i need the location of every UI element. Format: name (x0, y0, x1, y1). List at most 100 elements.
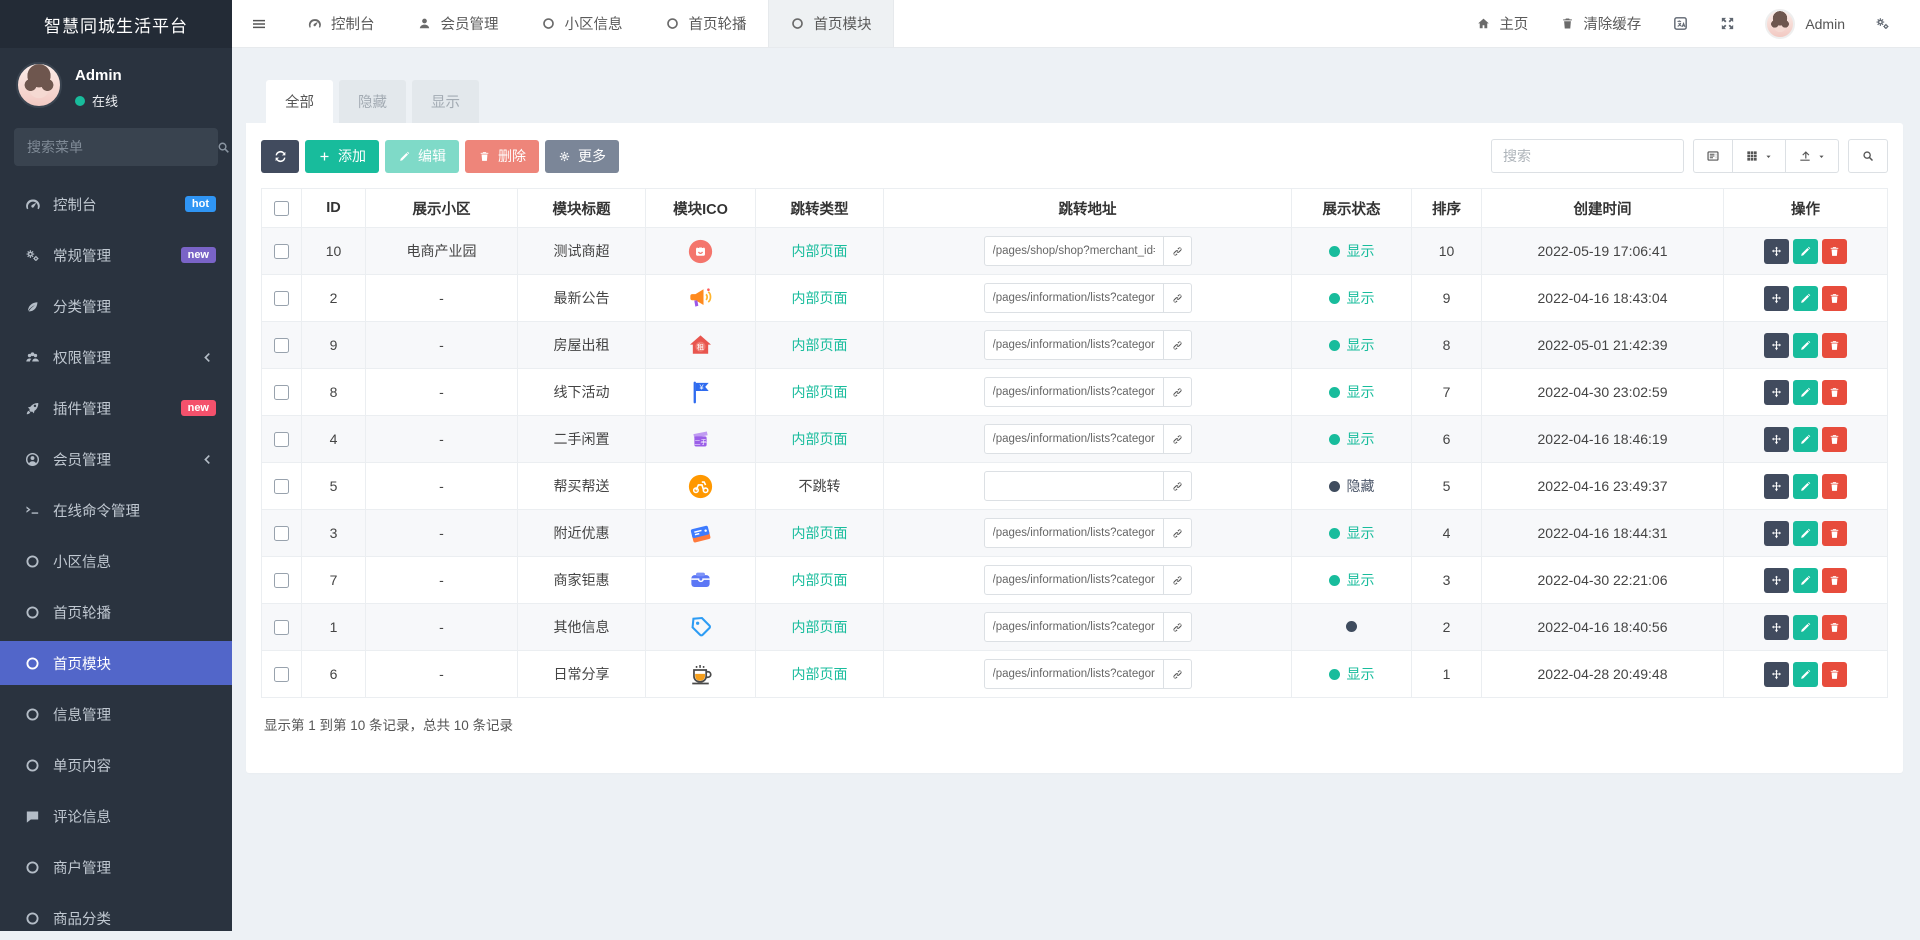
sidebar-search-input[interactable] (27, 139, 208, 155)
detail-view-button[interactable] (1693, 139, 1732, 173)
row-edit-button[interactable] (1793, 568, 1818, 593)
jump-url-input[interactable] (984, 424, 1164, 454)
columns-button[interactable] (1732, 139, 1785, 173)
status-badge[interactable]: 显示 (1329, 335, 1375, 355)
row-edit-button[interactable] (1793, 239, 1818, 264)
status-badge[interactable]: 显示 (1329, 241, 1375, 261)
open-link-button[interactable] (1164, 330, 1192, 360)
sidebar-item-10[interactable]: 信息管理 (0, 692, 232, 736)
settings-button[interactable] (1859, 0, 1906, 47)
row-checkbox[interactable] (274, 479, 289, 494)
export-button[interactable] (1785, 139, 1839, 173)
sidebar-item-2[interactable]: 分类管理 (0, 284, 232, 328)
status-badge[interactable]: 显示 (1329, 523, 1375, 543)
home-link[interactable]: 主页 (1460, 0, 1544, 47)
drag-sort-button[interactable] (1764, 286, 1789, 311)
jump-url-input[interactable] (984, 518, 1164, 548)
row-edit-button[interactable] (1793, 615, 1818, 640)
sidebar-item-12[interactable]: 评论信息 (0, 794, 232, 838)
tab-all[interactable]: 全部 (266, 80, 333, 123)
sidebar-item-1[interactable]: 常规管理new (0, 233, 232, 277)
topbar-tab-4[interactable]: 首页模块 (768, 0, 894, 47)
topbar-tab-1[interactable]: 会员管理 (396, 0, 520, 47)
sidebar-item-3[interactable]: 权限管理 (0, 335, 232, 379)
row-edit-button[interactable] (1793, 427, 1818, 452)
jump-url-input[interactable] (984, 565, 1164, 595)
search-icon[interactable] (216, 140, 231, 155)
delete-button[interactable]: 删除 (465, 140, 539, 173)
jump-url-input[interactable] (984, 236, 1164, 266)
sidebar-item-6[interactable]: 在线命令管理 (0, 488, 232, 532)
row-delete-button[interactable] (1822, 521, 1847, 546)
row-delete-button[interactable] (1822, 333, 1847, 358)
sidebar-item-9[interactable]: 首页模块 (0, 641, 232, 685)
tab-visible[interactable]: 显示 (412, 80, 479, 123)
language-button[interactable] (1657, 0, 1704, 47)
row-delete-button[interactable] (1822, 380, 1847, 405)
row-checkbox[interactable] (274, 338, 289, 353)
row-checkbox[interactable] (274, 573, 289, 588)
sidebar-item-0[interactable]: 控制台hot (0, 182, 232, 226)
open-link-button[interactable] (1164, 283, 1192, 313)
row-edit-button[interactable] (1793, 286, 1818, 311)
sidebar-item-11[interactable]: 单页内容 (0, 743, 232, 787)
row-delete-button[interactable] (1822, 286, 1847, 311)
status-badge[interactable]: 显示 (1329, 382, 1375, 402)
row-edit-button[interactable] (1793, 380, 1818, 405)
open-link-button[interactable] (1164, 236, 1192, 266)
select-all-checkbox[interactable] (274, 201, 289, 216)
sidebar-item-8[interactable]: 首页轮播 (0, 590, 232, 634)
open-link-button[interactable] (1164, 659, 1192, 689)
row-delete-button[interactable] (1822, 474, 1847, 499)
drag-sort-button[interactable] (1764, 239, 1789, 264)
jump-url-input[interactable] (984, 659, 1164, 689)
row-edit-button[interactable] (1793, 474, 1818, 499)
add-button[interactable]: 添加 (305, 140, 379, 173)
status-badge[interactable]: 隐藏 (1329, 476, 1375, 496)
sidebar-item-14[interactable]: 商品分类 (0, 896, 232, 940)
search-toggle-button[interactable] (1848, 139, 1888, 173)
more-button[interactable]: 更多 (545, 140, 619, 173)
tab-hidden[interactable]: 隐藏 (339, 80, 406, 123)
status-badge[interactable]: 显示 (1329, 570, 1375, 590)
sidebar-item-7[interactable]: 小区信息 (0, 539, 232, 583)
open-link-button[interactable] (1164, 471, 1192, 501)
status-badge[interactable] (1346, 621, 1357, 632)
row-checkbox[interactable] (274, 432, 289, 447)
status-badge[interactable]: 显示 (1329, 288, 1375, 308)
edit-button[interactable]: 编辑 (385, 140, 459, 173)
sidebar-item-13[interactable]: 商户管理 (0, 845, 232, 889)
open-link-button[interactable] (1164, 518, 1192, 548)
drag-sort-button[interactable] (1764, 380, 1789, 405)
row-checkbox[interactable] (274, 385, 289, 400)
drag-sort-button[interactable] (1764, 474, 1789, 499)
row-edit-button[interactable] (1793, 333, 1818, 358)
drag-sort-button[interactable] (1764, 521, 1789, 546)
fullscreen-button[interactable] (1704, 0, 1751, 47)
row-delete-button[interactable] (1822, 615, 1847, 640)
user-menu[interactable]: Admin (1751, 0, 1859, 47)
status-badge[interactable]: 显示 (1329, 664, 1375, 684)
row-checkbox[interactable] (274, 526, 289, 541)
row-delete-button[interactable] (1822, 239, 1847, 264)
open-link-button[interactable] (1164, 377, 1192, 407)
row-delete-button[interactable] (1822, 662, 1847, 687)
jump-url-input[interactable] (984, 377, 1164, 407)
drag-sort-button[interactable] (1764, 333, 1789, 358)
jump-url-input[interactable] (984, 283, 1164, 313)
row-checkbox[interactable] (274, 620, 289, 635)
row-delete-button[interactable] (1822, 427, 1847, 452)
open-link-button[interactable] (1164, 565, 1192, 595)
clear-cache-link[interactable]: 清除缓存 (1544, 0, 1657, 47)
jump-url-input[interactable] (984, 330, 1164, 360)
open-link-button[interactable] (1164, 612, 1192, 642)
drag-sort-button[interactable] (1764, 662, 1789, 687)
topbar-tab-3[interactable]: 首页轮播 (644, 0, 768, 47)
row-edit-button[interactable] (1793, 662, 1818, 687)
drag-sort-button[interactable] (1764, 615, 1789, 640)
topbar-tab-2[interactable]: 小区信息 (520, 0, 644, 47)
jump-url-input[interactable] (984, 612, 1164, 642)
row-checkbox[interactable] (274, 667, 289, 682)
sidebar-item-4[interactable]: 插件管理new (0, 386, 232, 430)
sidebar-item-5[interactable]: 会员管理 (0, 437, 232, 481)
